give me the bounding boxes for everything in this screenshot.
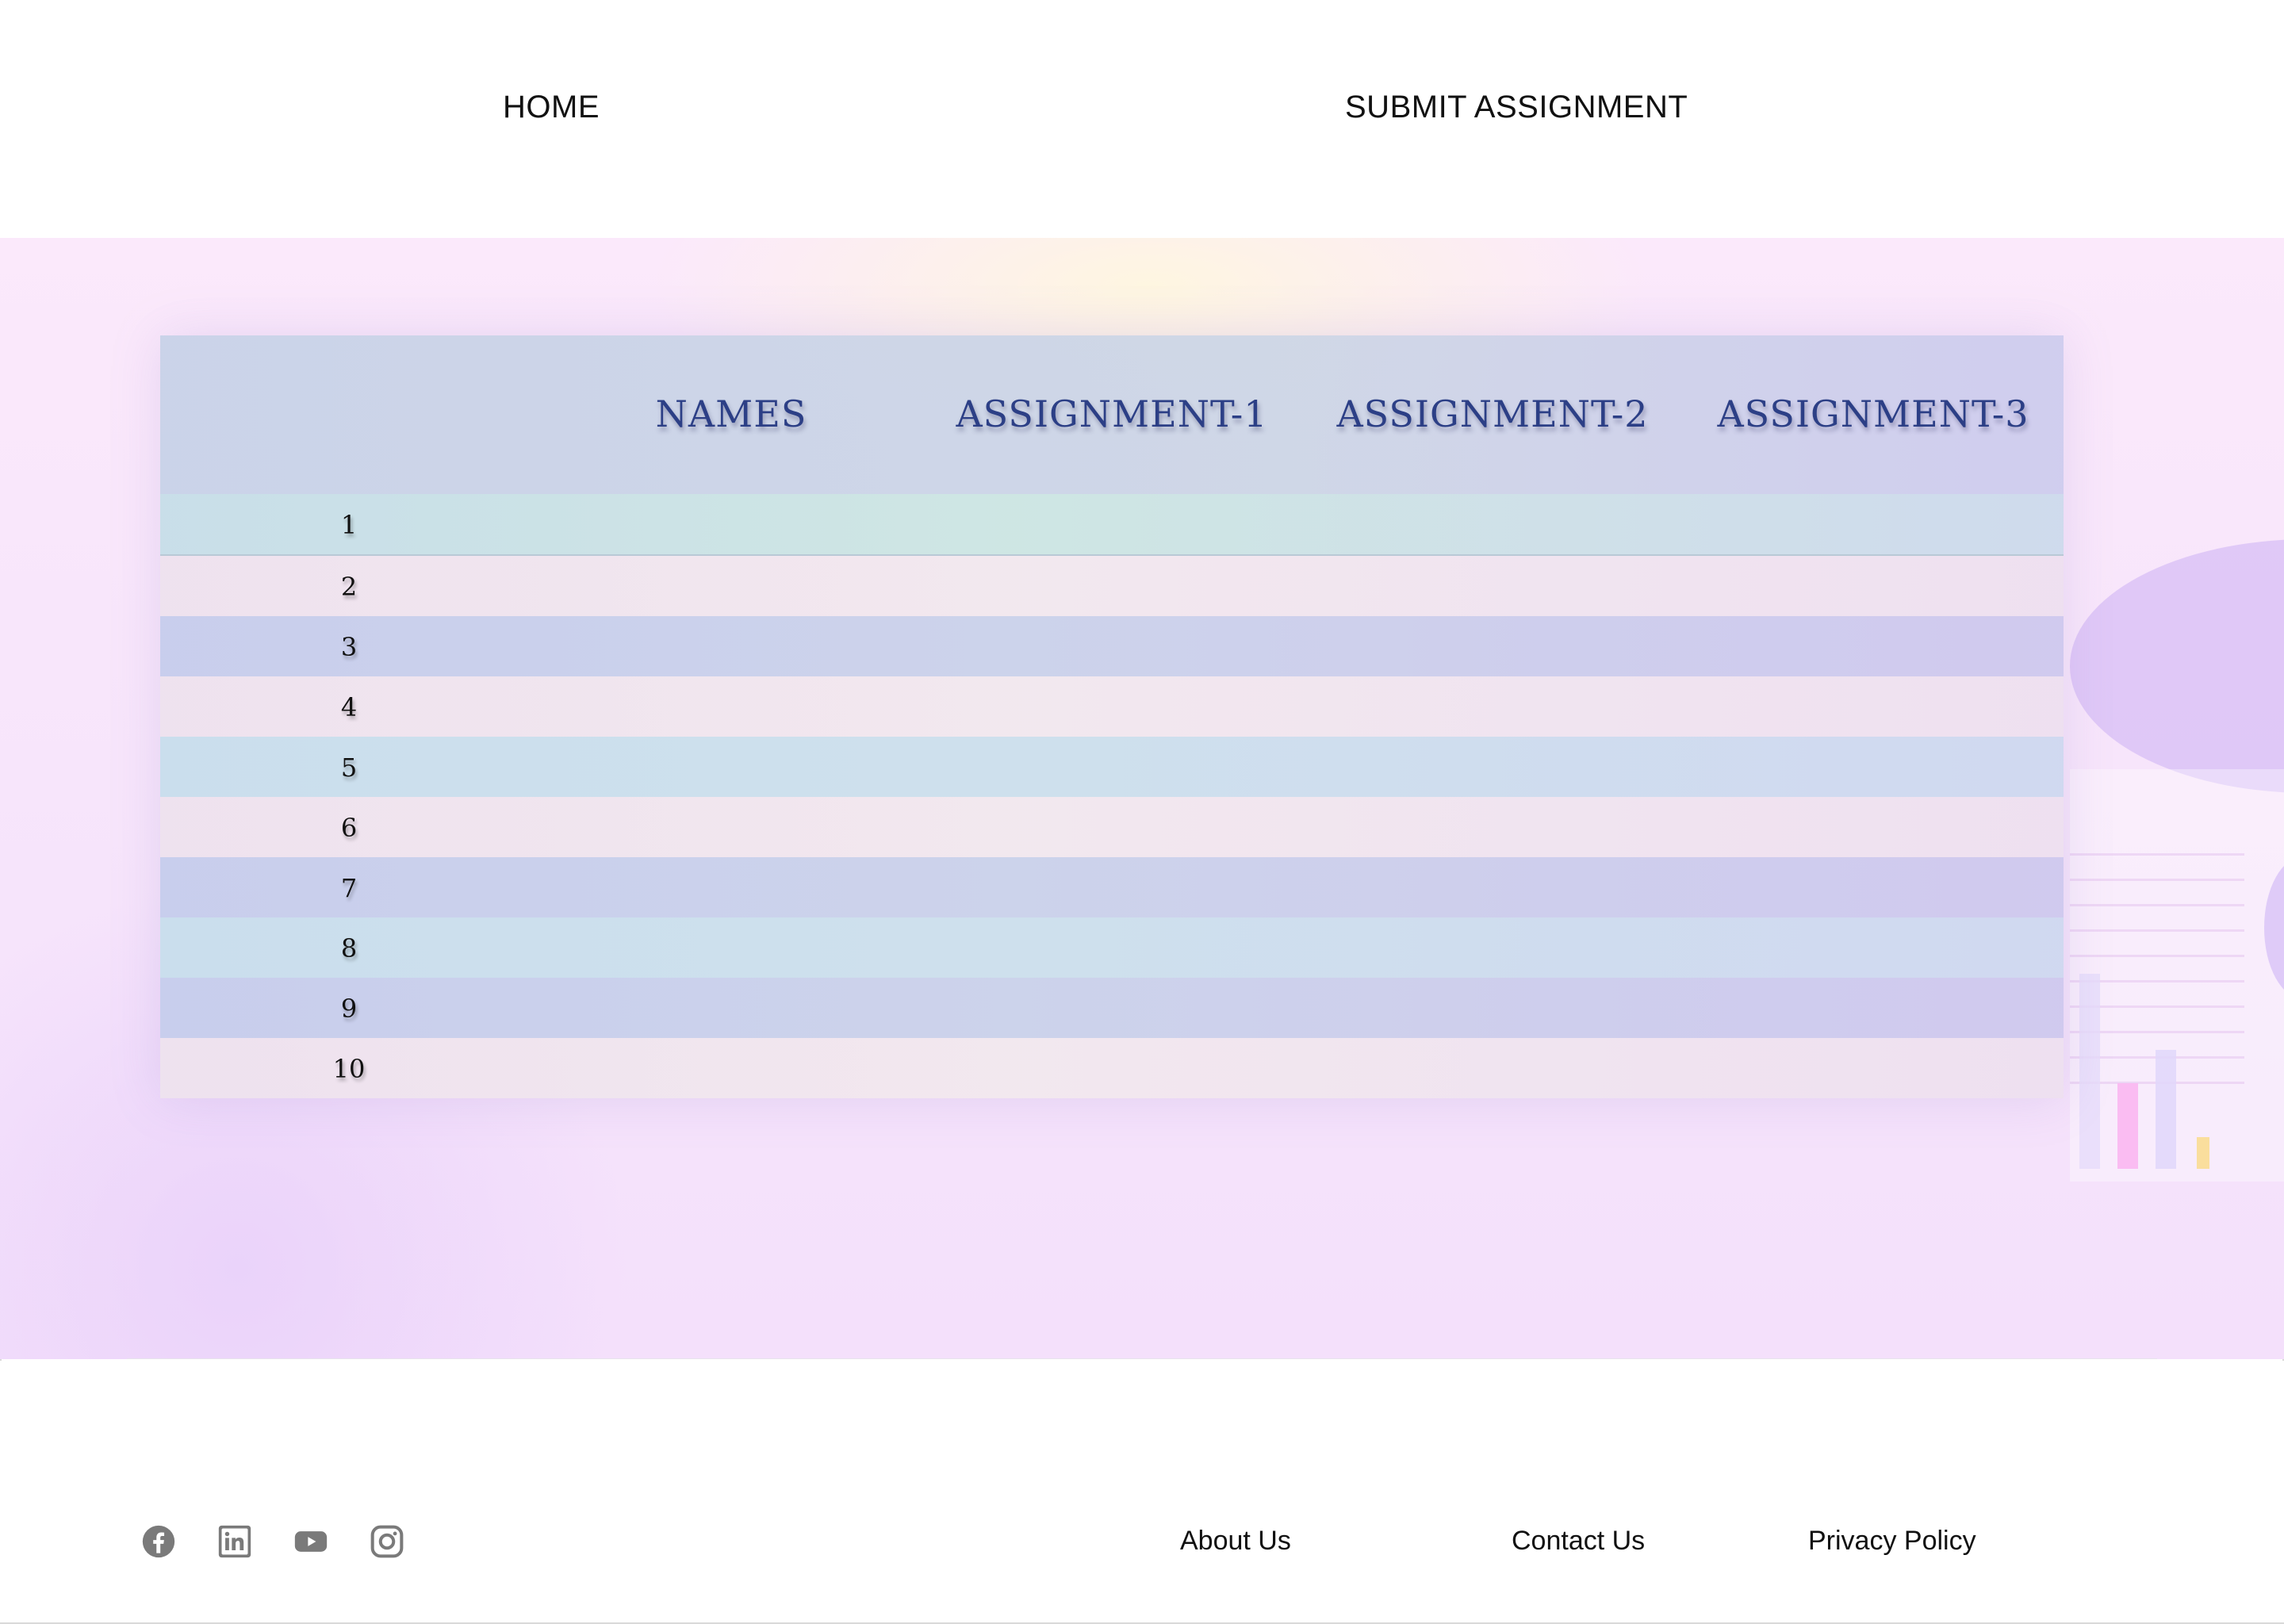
footer-privacy-policy-link[interactable]: Privacy Policy	[1808, 1526, 1976, 1557]
decorative-bar	[2117, 1083, 2138, 1169]
table-header: NAMES ASSIGNMENT-1 ASSIGNMENT-2 ASSIGNME…	[160, 335, 2064, 494]
top-nav: HOME SUBMIT ASSIGNMENT	[0, 0, 2284, 238]
decorative-bar	[2156, 1050, 2176, 1169]
table-row: 8	[160, 917, 2064, 978]
decorative-shape	[2070, 539, 2284, 793]
decorative-bar	[2079, 974, 2100, 1169]
decorative-stripe	[2070, 853, 2244, 856]
row-number: 7	[340, 873, 358, 903]
row-number: 4	[340, 692, 358, 722]
decorative-stripe	[2070, 955, 2244, 957]
row-number: 9	[340, 994, 358, 1024]
table-row: 4	[160, 676, 2064, 737]
decorative-stripe	[2070, 879, 2244, 881]
table-row: 6	[160, 797, 2064, 857]
footer-about-us-link[interactable]: About Us	[1180, 1526, 1291, 1557]
table-row: 7	[160, 857, 2064, 917]
row-number: 3	[340, 632, 358, 662]
table-row: 10	[160, 1038, 2064, 1098]
nav-home-link[interactable]: HOME	[503, 90, 600, 125]
assignments-table: NAMES ASSIGNMENT-1 ASSIGNMENT-2 ASSIGNME…	[160, 335, 2064, 1098]
column-header-assignment-2: ASSIGNMENT-2	[1336, 393, 1649, 435]
facebook-icon[interactable]	[141, 1524, 176, 1559]
linkedin-icon[interactable]	[217, 1524, 252, 1559]
row-number: 6	[340, 813, 358, 843]
nav-submit-assignment-link[interactable]: SUBMIT ASSIGNMENT	[1345, 90, 1688, 125]
column-header-assignment-3: ASSIGNMENT-3	[1717, 393, 2029, 435]
row-number: 1	[340, 510, 358, 540]
row-number: 5	[340, 753, 358, 783]
column-header-assignment-1: ASSIGNMENT-1	[956, 393, 1268, 435]
table-row: 3	[160, 616, 2064, 676]
row-number: 2	[340, 572, 358, 602]
hero-divider	[127, 1358, 2157, 1359]
table-row: 5	[160, 737, 2064, 797]
decorative-panel	[2070, 769, 2284, 1182]
footer-contact-us-link[interactable]: Contact Us	[1512, 1526, 1645, 1557]
decorative-bar	[2197, 1137, 2209, 1169]
youtube-icon[interactable]	[293, 1524, 328, 1559]
decorative-stripe	[2070, 904, 2244, 906]
decorative-stripe	[2070, 929, 2244, 932]
table-row: 2	[160, 556, 2064, 616]
row-number: 10	[332, 1054, 366, 1084]
footer	[0, 1361, 2284, 1622]
column-header-names: NAMES	[655, 393, 807, 435]
row-number: 8	[340, 933, 358, 963]
table-row: 1	[160, 494, 2064, 556]
instagram-icon[interactable]	[370, 1524, 404, 1559]
table-row: 9	[160, 978, 2064, 1038]
